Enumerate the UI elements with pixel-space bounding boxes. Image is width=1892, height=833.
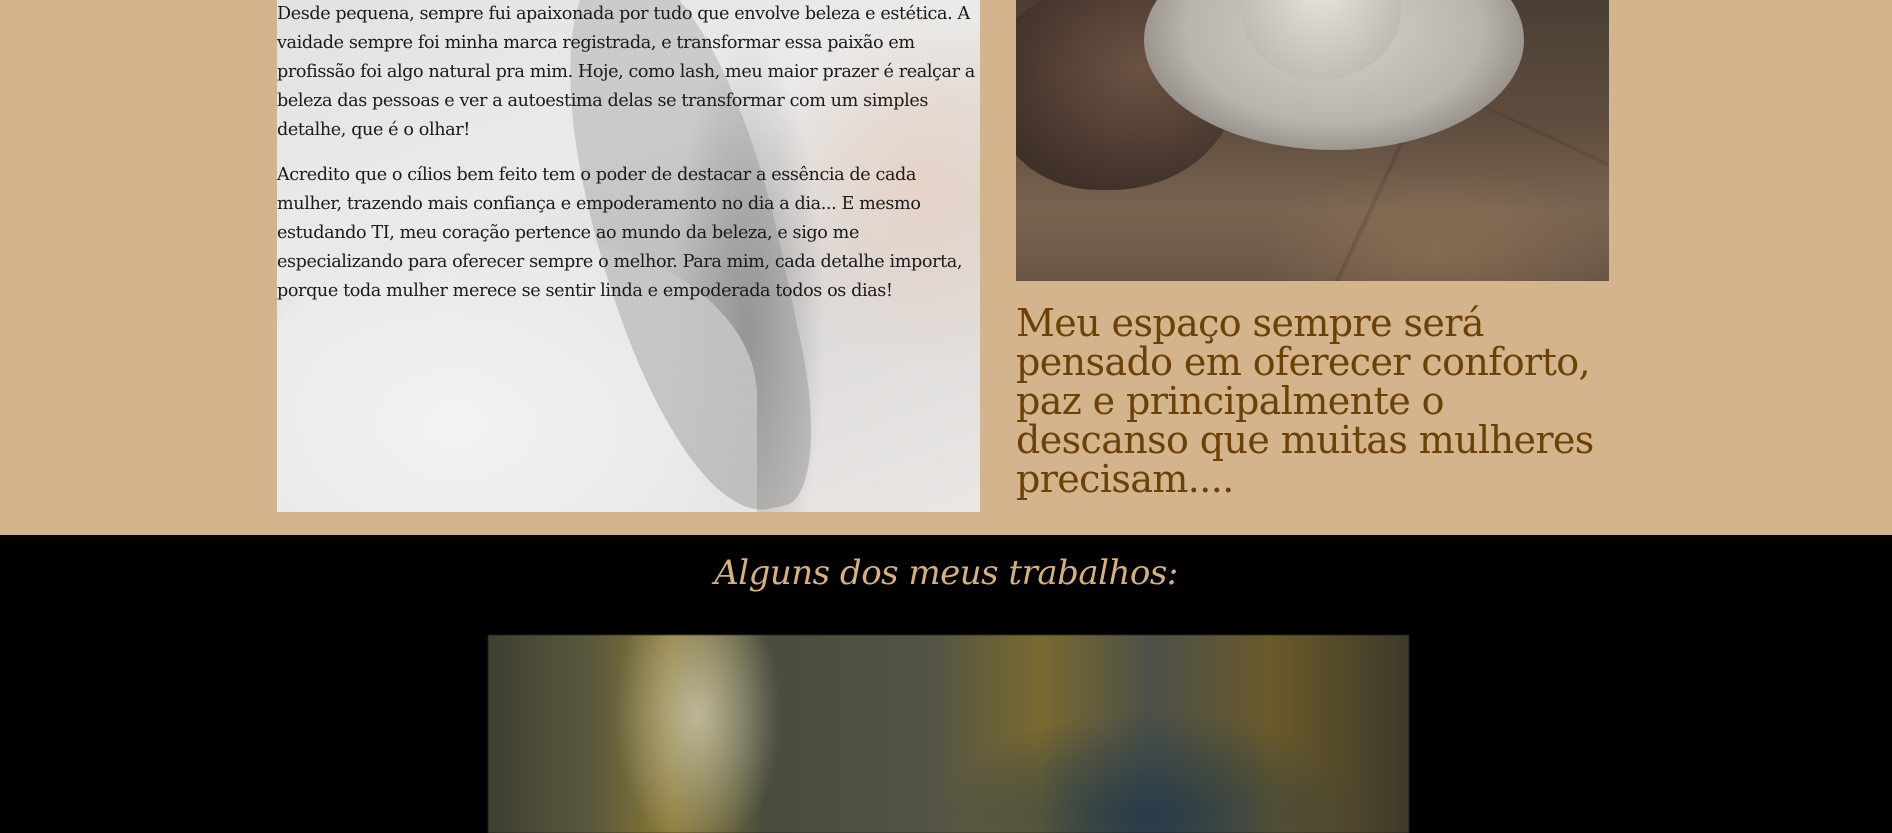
about-paragraph-2: Acredito que o cílios bem feito tem o po… (277, 165, 963, 301)
about-section: Desde pequena, sempre fui apaixonada por… (0, 0, 1892, 535)
work-photo (488, 635, 1409, 833)
works-title: Alguns dos meus trabalhos: (714, 553, 1178, 593)
about-paragraph-1: Desde pequena, sempre fui apaixonada por… (277, 4, 975, 140)
works-section: Alguns dos meus trabalhos: (0, 535, 1892, 833)
coffee-cup-photo (1016, 0, 1609, 281)
space-quote: Meu espaço sempre será pensado em oferec… (1016, 301, 1594, 501)
about-text: Desde pequena, sempre fui apaixonada por… (277, 0, 977, 322)
